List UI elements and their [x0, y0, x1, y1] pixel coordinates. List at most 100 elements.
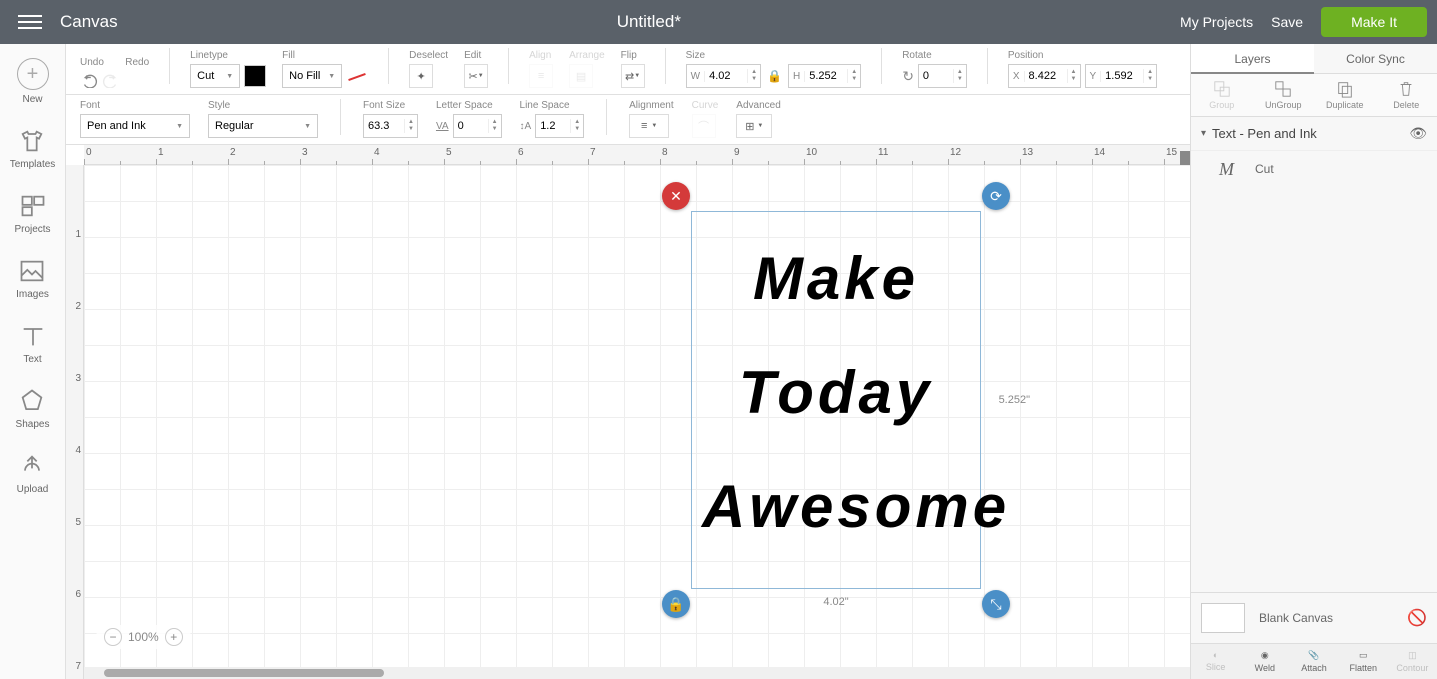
canvas-area[interactable]: 012345678910111213141516 1234567 Make To…: [66, 145, 1190, 679]
shirt-icon: [18, 127, 46, 155]
horizontal-ruler: 012345678910111213141516: [84, 145, 1190, 165]
shapes-button[interactable]: Shapes: [16, 387, 50, 430]
sublayer-item[interactable]: M Cut: [1191, 151, 1437, 187]
lock-handle[interactable]: 🔒: [662, 590, 690, 618]
attach-icon: 📎: [1308, 650, 1319, 661]
linetype-select[interactable]: Cut: [190, 64, 240, 88]
letterspace-input[interactable]: ▲▼: [453, 114, 502, 138]
trash-icon: [1397, 80, 1415, 98]
visibility-icon[interactable]: 👁: [1409, 125, 1427, 142]
image-icon: [18, 257, 46, 285]
zoom-value: 100%: [128, 630, 159, 644]
style-select[interactable]: Regular: [208, 114, 318, 138]
canvas-grid[interactable]: Make Today Awesome ✕ ⟳ 🔒 ⤡ 4.02" 5.252": [84, 165, 1190, 679]
align-label: Align: [529, 50, 553, 61]
right-panel: Layers Color Sync Group UnGroup Duplicat…: [1190, 44, 1437, 679]
linespace-input[interactable]: ▲▼: [535, 114, 584, 138]
templates-button[interactable]: Templates: [10, 127, 56, 170]
height-input[interactable]: H▲▼: [788, 64, 861, 88]
advanced-button[interactable]: ⊞▼: [736, 114, 772, 138]
blank-canvas-label: Blank Canvas: [1259, 611, 1393, 625]
my-projects-link[interactable]: My Projects: [1180, 14, 1253, 30]
topbar: Canvas Untitled* My Projects Save Make I…: [0, 0, 1437, 44]
y-input[interactable]: Y▲▼: [1085, 64, 1158, 88]
curve-button: ⌒: [692, 114, 716, 138]
width-input[interactable]: W▲▼: [686, 64, 761, 88]
weld-button[interactable]: ◉Weld: [1240, 644, 1289, 679]
flatten-button[interactable]: ▭Flatten: [1339, 644, 1388, 679]
undo-icon[interactable]: [80, 74, 98, 88]
canvas-text[interactable]: Make Today Awesome: [692, 212, 980, 574]
ungroup-button[interactable]: UnGroup: [1253, 74, 1315, 116]
letterspace-label: Letter Space: [436, 100, 502, 111]
flip-button[interactable]: ⇄▼: [621, 64, 645, 88]
delete-handle[interactable]: ✕: [662, 182, 690, 210]
ruler-marker[interactable]: [1180, 151, 1190, 165]
fontsize-input[interactable]: ▲▼: [363, 114, 418, 138]
plus-icon: +: [17, 58, 49, 90]
document-title: Untitled*: [118, 12, 1180, 32]
rotate-input[interactable]: ▲▼: [918, 64, 967, 88]
rotate-label: Rotate: [902, 50, 967, 61]
fill-label: Fill: [282, 50, 368, 61]
make-it-button[interactable]: Make It: [1321, 7, 1427, 37]
duplicate-button[interactable]: Duplicate: [1314, 74, 1376, 116]
x-input[interactable]: X▲▼: [1008, 64, 1081, 88]
images-button[interactable]: Images: [16, 257, 49, 300]
style-label: Style: [208, 100, 318, 111]
shapes-icon: [18, 387, 46, 415]
layer-thumbnail: M: [1219, 159, 1245, 179]
hidden-icon[interactable]: 🚫: [1407, 608, 1427, 628]
edit-button[interactable]: ✂▼: [464, 64, 488, 88]
selection-height-label: 5.252": [999, 394, 1030, 406]
fill-select[interactable]: No Fill: [282, 64, 342, 88]
text-icon: [19, 322, 47, 350]
new-button[interactable]: + New: [17, 58, 49, 105]
selection-box[interactable]: Make Today Awesome ✕ ⟳ 🔒 ⤡ 4.02" 5.252": [691, 211, 981, 589]
primary-toolbar: Undo Redo Linetype Cut Fill No Fill Dese…: [66, 44, 1190, 95]
no-fill-swatch[interactable]: [346, 65, 368, 87]
delete-button[interactable]: Delete: [1376, 74, 1437, 116]
tab-color-sync[interactable]: Color Sync: [1314, 44, 1437, 74]
lock-aspect-icon[interactable]: 🔒: [765, 69, 784, 83]
alignment-button[interactable]: ≡▼: [629, 114, 669, 138]
line-color-swatch[interactable]: [244, 65, 266, 87]
layer-item[interactable]: ▾ Text - Pen and Ink 👁: [1191, 117, 1437, 151]
group-icon: [1213, 80, 1231, 98]
zoom-in-button[interactable]: +: [165, 628, 183, 646]
flatten-icon: ▭: [1359, 650, 1368, 661]
zoom-out-button[interactable]: −: [104, 628, 122, 646]
arrange-label: Arrange: [569, 50, 605, 61]
attach-button[interactable]: 📎Attach: [1289, 644, 1338, 679]
selection-width-label: 4.02": [823, 596, 848, 608]
contour-icon: ◫: [1408, 650, 1417, 661]
redo-icon[interactable]: [102, 74, 120, 88]
upload-button[interactable]: Upload: [17, 452, 49, 495]
menu-icon[interactable]: [10, 15, 50, 29]
linespace-label: Line Space: [520, 100, 585, 111]
vertical-ruler: 1234567: [66, 165, 84, 679]
undo-label: Undo: [80, 57, 104, 68]
horizontal-scrollbar[interactable]: [84, 667, 1190, 679]
text-button[interactable]: Text: [19, 322, 47, 365]
left-sidebar: + New Templates Projects Images Text Sha…: [0, 44, 66, 679]
blank-canvas-row[interactable]: Blank Canvas 🚫: [1191, 592, 1437, 643]
font-select[interactable]: Pen and Ink: [80, 114, 190, 138]
rotate-handle[interactable]: ⟳: [982, 182, 1010, 210]
deselect-button[interactable]: ✦: [409, 64, 433, 88]
ungroup-icon: [1274, 80, 1292, 98]
contour-button: ◫Contour: [1388, 644, 1437, 679]
scale-handle[interactable]: ⤡: [982, 590, 1010, 618]
redo-label: Redo: [125, 57, 149, 68]
save-button[interactable]: Save: [1271, 14, 1303, 30]
app-title: Canvas: [60, 12, 118, 32]
canvas-color-swatch[interactable]: [1201, 603, 1245, 633]
zoom-control: − 100% +: [96, 625, 191, 649]
group-button: Group: [1191, 74, 1253, 116]
chevron-down-icon: ▾: [1201, 128, 1206, 139]
text-toolbar: Font Pen and Ink Style Regular Font Size…: [66, 95, 1190, 145]
projects-button[interactable]: Projects: [14, 192, 50, 235]
layer-name-label: Text - Pen and Ink: [1212, 126, 1409, 141]
tab-layers[interactable]: Layers: [1191, 44, 1314, 74]
rotate-icon: ↻: [902, 68, 914, 85]
